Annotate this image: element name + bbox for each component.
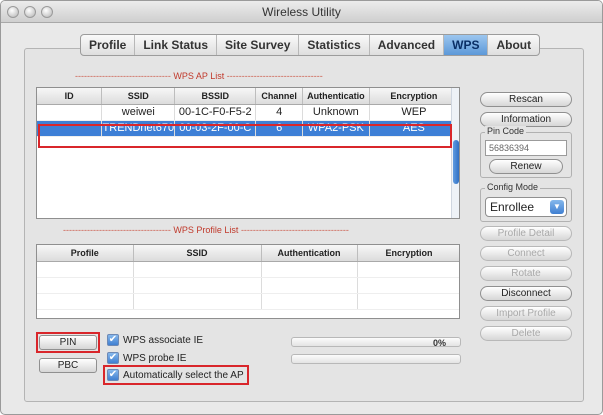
disconnect-button[interactable]: Disconnect (480, 286, 572, 301)
rescan-button[interactable]: Rescan (480, 92, 572, 107)
title-bar: Wireless Utility (1, 1, 602, 23)
checkmark-icon[interactable]: ✔ (107, 352, 119, 364)
wps-associate-ie-label: WPS associate IE (123, 334, 204, 346)
ap-list-scrollbar[interactable] (451, 88, 459, 218)
ap-list-scroll-thumb[interactable] (453, 140, 459, 184)
config-mode-group: Config Mode Enrollee ▼ (480, 182, 572, 222)
pin-code-field[interactable]: 56836394 (485, 140, 567, 156)
column-header-encryption[interactable]: Encryption (357, 245, 459, 262)
cell-auth: Unknown (302, 104, 370, 121)
wps-probe-ie-label: WPS probe IE (123, 352, 187, 364)
wps-profile-table: Profile SSID Authentication Encryption (36, 244, 460, 319)
cell-enc: WEP (369, 104, 459, 121)
config-mode-label: Config Mode (485, 182, 541, 192)
wireless-utility-window: Wireless Utility Profile Link Status Sit… (0, 0, 603, 415)
column-header-authentication[interactable]: Authenticatio (302, 88, 370, 105)
table-row-empty[interactable] (37, 293, 459, 310)
wps-ap-table: ID SSID BSSID Channel Authenticatio Encr… (36, 87, 460, 219)
selected-ap-highlight (38, 124, 452, 148)
tab-bar: Profile Link Status Site Survey Statisti… (80, 34, 541, 56)
column-header-encryption[interactable]: Encryption (369, 88, 459, 105)
table-row-empty[interactable] (37, 261, 459, 278)
pin-code-label: Pin Code (485, 126, 527, 136)
wps-probe-ie-option[interactable]: ✔ WPS probe IE (107, 352, 186, 364)
table-row-empty[interactable] (37, 277, 459, 294)
tab-profile[interactable]: Profile (81, 35, 136, 55)
checkmark-icon[interactable]: ✔ (107, 334, 119, 346)
wps-profile-list-label: ------------------------------------ WPS… (63, 225, 349, 235)
chevron-down-icon: ▼ (550, 200, 564, 214)
table-header-row: ID SSID BSSID Channel Authenticatio Encr… (37, 88, 459, 105)
pin-button-highlight (36, 332, 100, 353)
column-header-ssid[interactable]: SSID (133, 245, 262, 262)
column-header-channel[interactable]: Channel (255, 88, 303, 105)
tab-site-survey[interactable]: Site Survey (217, 35, 300, 55)
column-header-ssid[interactable]: SSID (101, 88, 176, 105)
cell-id (37, 104, 103, 121)
cell-channel: 4 (255, 104, 303, 121)
tab-about[interactable]: About (488, 35, 539, 55)
column-header-bssid[interactable]: BSSID (174, 88, 257, 105)
pin-code-group: Pin Code 56836394 Renew (480, 126, 572, 178)
wps-ap-list-label: -------------------------------- WPS AP … (75, 71, 323, 81)
table-header-row: Profile SSID Authentication Encryption (37, 245, 459, 262)
import-profile-button[interactable]: Import Profile (480, 306, 572, 321)
column-header-authentication[interactable]: Authentication (261, 245, 358, 262)
tab-link-status[interactable]: Link Status (135, 35, 218, 55)
wps-status-bar (291, 354, 461, 364)
wps-associate-ie-option[interactable]: ✔ WPS associate IE (107, 334, 203, 346)
pbc-button[interactable]: PBC (39, 358, 97, 373)
cell-ssid: weiwei (101, 104, 176, 121)
auto-select-highlight (103, 365, 249, 385)
tab-statistics[interactable]: Statistics (299, 35, 370, 55)
rotate-button[interactable]: Rotate (480, 266, 572, 281)
connect-button[interactable]: Connect (480, 246, 572, 261)
tab-advanced[interactable]: Advanced (370, 35, 445, 55)
table-row[interactable]: weiwei 00-1C-F0-F5-2 4 Unknown WEP (37, 104, 459, 121)
cell-bssid: 00-1C-F0-F5-2 (174, 104, 257, 121)
column-header-id[interactable]: ID (37, 88, 103, 105)
window-title: Wireless Utility (262, 5, 341, 19)
column-header-profile[interactable]: Profile (37, 245, 134, 262)
profile-detail-button[interactable]: Profile Detail (480, 226, 572, 241)
tab-wps[interactable]: WPS (444, 35, 489, 55)
renew-button[interactable]: Renew (489, 159, 563, 174)
information-button[interactable]: Information (480, 112, 572, 127)
config-mode-value: Enrollee (490, 200, 535, 214)
config-mode-select[interactable]: Enrollee ▼ (485, 197, 567, 217)
delete-button[interactable]: Delete (480, 326, 572, 341)
progress-percent: 0% (433, 338, 447, 348)
